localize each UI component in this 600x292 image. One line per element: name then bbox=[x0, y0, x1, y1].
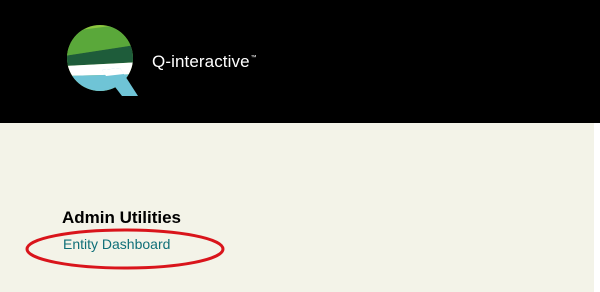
brand-name-text: Q-interactive bbox=[152, 52, 250, 71]
trademark-symbol: ™ bbox=[250, 55, 257, 61]
right-edge-strip bbox=[594, 123, 600, 292]
admin-utilities-heading: Admin Utilities bbox=[62, 208, 182, 227]
top-header-bar: Q-interactive™ bbox=[0, 0, 600, 123]
brand-name: Q-interactive™ bbox=[152, 52, 257, 72]
entity-dashboard-link[interactable]: Entity Dashboard bbox=[63, 236, 170, 252]
main-content-area: Admin Utilities Entity Dashboard bbox=[0, 123, 594, 292]
q-interactive-logo-icon bbox=[67, 25, 138, 96]
app-window: Q-interactive™ Admin Utilities Entity Da… bbox=[0, 0, 600, 292]
